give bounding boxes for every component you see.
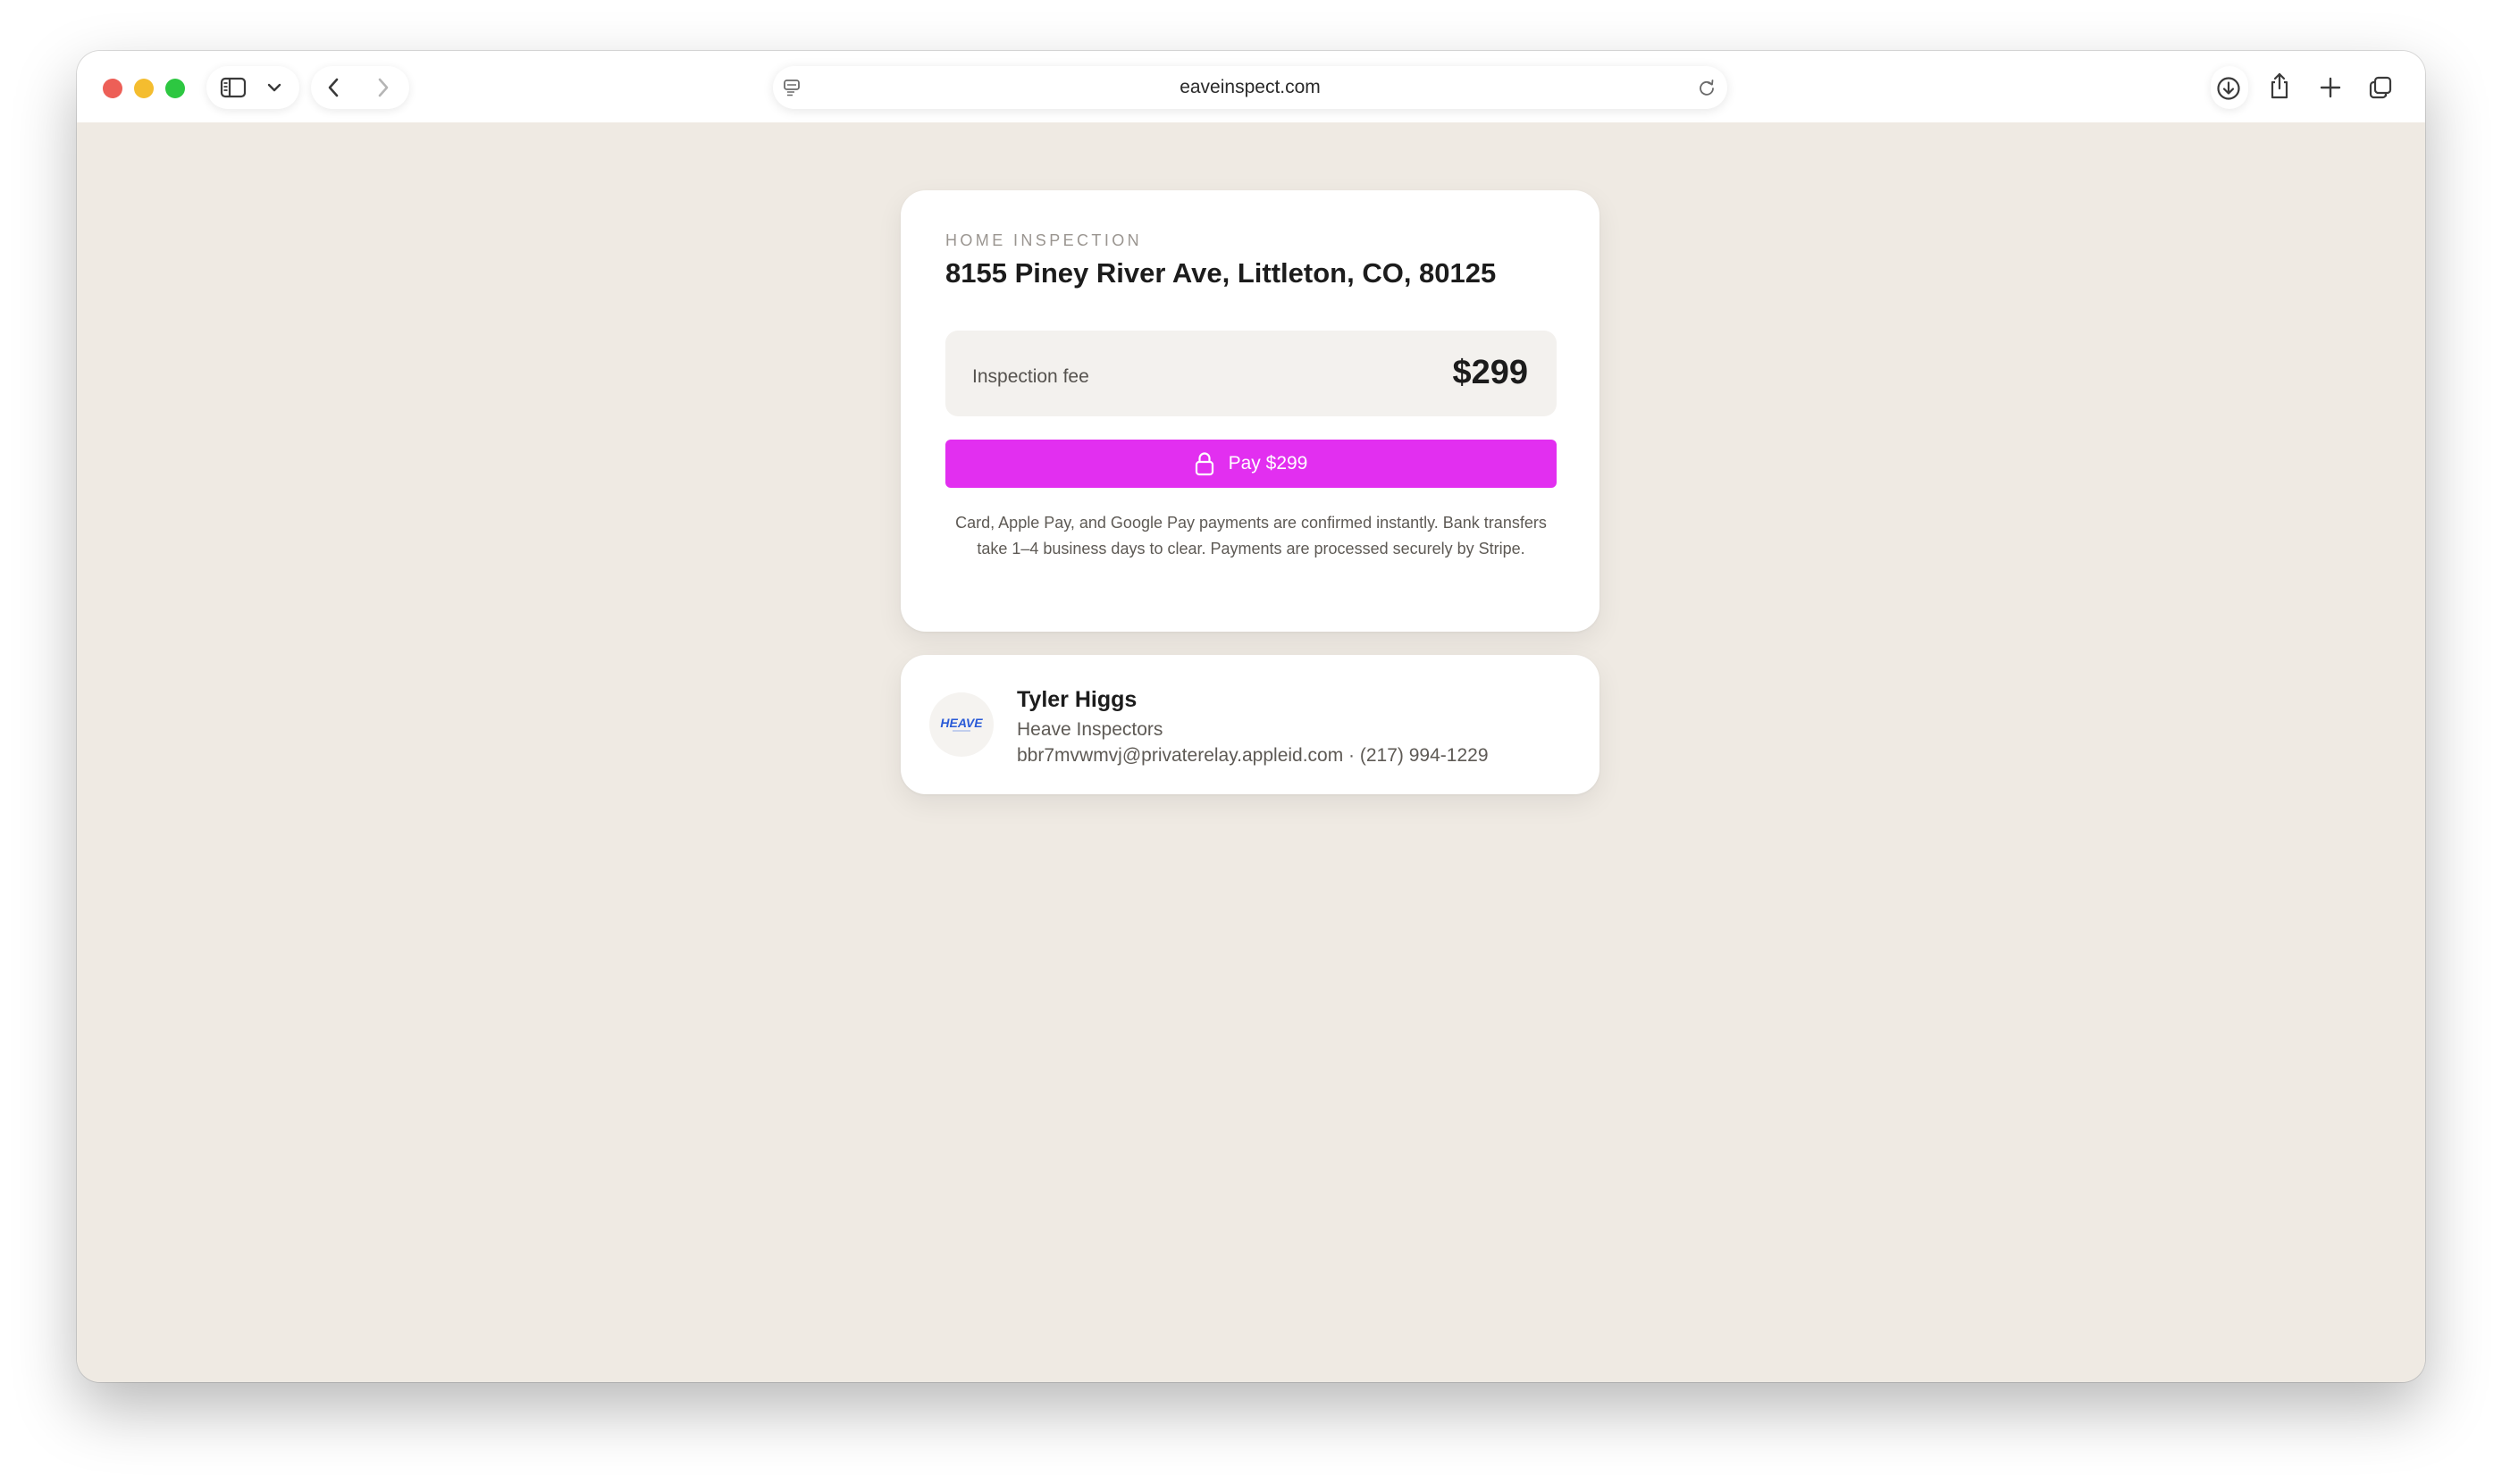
sidebar-icon[interactable] [219, 77, 248, 98]
browser-window: eaveinspect.com HOME INSPECTION 8155 Pin… [77, 51, 2425, 1382]
pay-button[interactable]: Pay $299 [945, 440, 1557, 488]
reload-icon[interactable] [1697, 78, 1717, 97]
inspector-contact-details: bbr7mvwmvj@privaterelay.appleid.com · (2… [1017, 745, 1489, 766]
chevron-right-icon[interactable] [372, 76, 395, 99]
tabs-overview-icon[interactable] [2367, 74, 2394, 101]
navigation-group [311, 66, 409, 109]
sidebar-toggle-group [206, 66, 299, 109]
svg-text:HEAVE: HEAVE [940, 716, 983, 730]
close-window-button[interactable] [103, 79, 122, 98]
fee-amount: $299 [1452, 354, 1528, 391]
lock-icon [1195, 451, 1214, 476]
plus-icon[interactable] [2318, 75, 2343, 100]
chevron-left-icon[interactable] [322, 76, 345, 99]
inspector-company: Heave Inspectors [1017, 719, 1163, 740]
maximize-window-button[interactable] [165, 79, 185, 98]
payment-disclaimer: Card, Apple Pay, and Google Pay payments… [955, 514, 1547, 558]
url-text[interactable]: eaveinspect.com [773, 66, 1727, 109]
address-bar[interactable]: eaveinspect.com [773, 66, 1727, 109]
chevron-down-icon[interactable] [265, 79, 283, 96]
invoice-card: HOME INSPECTION 8155 Piney River Ave, Li… [901, 190, 1599, 632]
page-content: HOME INSPECTION 8155 Piney River Ave, Li… [77, 122, 2425, 1382]
service-type-label: HOME INSPECTION [945, 231, 1143, 249]
pay-button-label: Pay $299 [1228, 453, 1308, 474]
browser-toolbar: eaveinspect.com [77, 51, 2425, 122]
inspector-contact-card: HEAVE Tyler Higgs Heave Inspectors bbr7m… [901, 655, 1599, 794]
company-logo: HEAVE [929, 692, 994, 757]
download-icon[interactable] [2214, 74, 2243, 103]
fee-summary: Inspection fee $299 [945, 331, 1557, 416]
inspector-name: Tyler Higgs [1017, 687, 1138, 712]
property-address: 8155 Piney River Ave, Littleton, CO, 801… [945, 257, 1497, 289]
minimize-window-button[interactable] [134, 79, 154, 98]
fee-label: Inspection fee [972, 366, 1089, 387]
share-icon[interactable] [2266, 71, 2293, 101]
